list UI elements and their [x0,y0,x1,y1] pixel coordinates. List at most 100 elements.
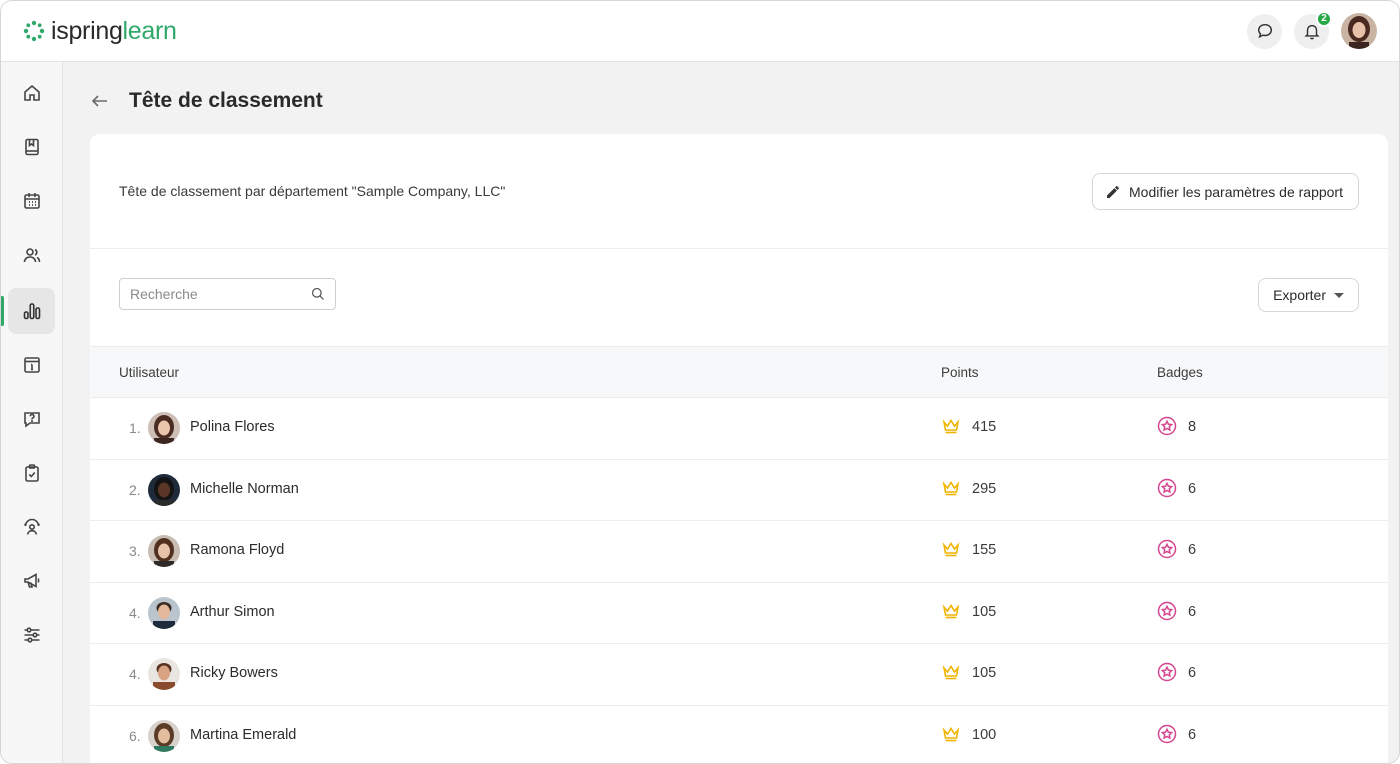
sidebar-item-assignments[interactable] [8,450,55,496]
report-card: Tête de classement par département "Samp… [90,134,1388,764]
crown-icon [942,603,960,618]
rank: 1. [129,420,141,436]
rank: 4. [129,666,141,682]
avatar [148,596,180,629]
info-card-icon [23,357,40,373]
column-header-points[interactable]: Points [941,365,979,380]
user-name[interactable]: Arthur Simon [190,604,275,620]
crown-icon [942,542,960,557]
sidebar-item-settings[interactable] [8,612,55,658]
user-name[interactable]: Martina Emerald [190,727,296,743]
user-avatar-image [1341,13,1377,49]
crown-icon [942,726,960,741]
export-dropdown[interactable]: Exporter [1258,278,1359,312]
sidebar-item-questions[interactable] [8,396,55,442]
logo[interactable]: ispringlearn [23,17,177,46]
rank: 4. [129,604,141,621]
badges-value: 6 [1188,726,1197,743]
column-header-badges[interactable]: Badges [1157,365,1203,380]
users-icon [23,248,40,263]
page-title: Tête de classement [129,89,323,112]
points-value: 105 [972,603,997,620]
page-header: Tête de classement [89,89,323,113]
sidebar-item-reports[interactable] [1,288,55,334]
sidebar-item-performance[interactable] [8,504,55,550]
logo-word-ispring: ispring [51,16,123,45]
reports-icon [23,303,40,320]
table-row[interactable]: 3. Ramona Floyd 155 6 [90,521,1388,583]
search-icon[interactable] [311,285,325,303]
points-value: 105 [972,665,997,681]
table-row[interactable]: 4. Ricky Bowers 105 6 [90,644,1388,706]
crown-icon [942,665,960,680]
user-circle-icon [23,518,40,535]
top-actions: 2 [1247,10,1377,49]
notifications-button[interactable]: 2 [1294,10,1332,49]
badge-star-icon [1157,416,1177,436]
points-value: 415 [972,419,997,435]
sidebar-item-calendar[interactable] [8,178,55,224]
table-row[interactable]: 2. Michelle Norman 295 6 [90,460,1388,521]
badge-star-icon [1157,724,1177,743]
badges-value: 6 [1188,603,1197,620]
avatar [148,535,180,567]
avatar [148,412,180,444]
messages-button[interactable] [1247,13,1282,49]
sliders-icon [24,627,39,643]
badge-star-icon [1157,662,1177,682]
export-label: Exporter [1273,287,1326,303]
search-input[interactable] [130,286,311,302]
crown-icon [942,419,960,434]
table-row[interactable]: 1. Polina Flores 415 8 [90,398,1388,460]
ispring-logo-icon [23,20,45,42]
badges-value: 8 [1188,419,1197,435]
badge-star-icon [1157,601,1177,620]
table-row[interactable]: 6. Martina Emerald 100 6 [90,706,1388,764]
sidebar-item-users[interactable] [8,232,55,278]
calendar-icon [23,193,40,209]
avatar [148,658,180,690]
avatar [148,473,180,506]
rank: 3. [129,543,141,559]
question-icon [23,412,40,428]
points-value: 100 [972,726,997,743]
sidebar-item-home[interactable] [8,70,55,116]
user-avatar[interactable] [1341,13,1377,49]
megaphone-icon [23,573,39,588]
sidebar-item-info[interactable] [8,342,55,388]
toolbar: Exporter [90,249,1388,346]
rank: 6. [129,727,141,744]
badges-value: 6 [1188,542,1197,558]
rank: 2. [129,481,141,498]
edit-report-settings-button[interactable]: Modifier les paramètres de rapport [1092,173,1359,210]
search-box [119,278,336,310]
badge-star-icon [1157,539,1177,559]
user-name[interactable]: Ramona Floyd [190,542,284,558]
user-name[interactable]: Michelle Norman [190,481,299,497]
avatar [148,719,180,752]
badge-star-icon [1157,478,1177,497]
chevron-down-icon [1334,292,1344,298]
back-arrow-icon[interactable] [89,90,111,112]
top-bar: ispringlearn 2 [1,1,1399,62]
user-name[interactable]: Ricky Bowers [190,665,278,681]
badges-value: 6 [1188,480,1197,497]
report-header: Tête de classement par département "Samp… [90,134,1388,249]
user-name[interactable]: Polina Flores [190,419,275,435]
crown-icon [942,480,960,495]
notification-count-badge: 2 [1316,10,1332,27]
badges-value: 6 [1188,665,1197,681]
pencil-icon [1107,185,1119,198]
sidebar-item-announcements[interactable] [8,558,55,604]
home-icon [23,84,40,101]
report-description: Tête de classement par département "Samp… [119,183,506,199]
clipboard-check-icon [24,464,39,482]
edit-report-settings-label: Modifier les paramètres de rapport [1129,183,1343,200]
sidebar-item-courses[interactable] [8,124,55,170]
book-icon [24,138,39,156]
column-header-user[interactable]: Utilisateur [119,365,179,380]
logo-text: ispringlearn [51,17,177,46]
points-value: 295 [972,480,997,497]
app-window: ispringlearn 2 Tête de classement Tête d… [0,0,1400,764]
table-row[interactable]: 4. Arthur Simon 105 6 [90,583,1388,644]
